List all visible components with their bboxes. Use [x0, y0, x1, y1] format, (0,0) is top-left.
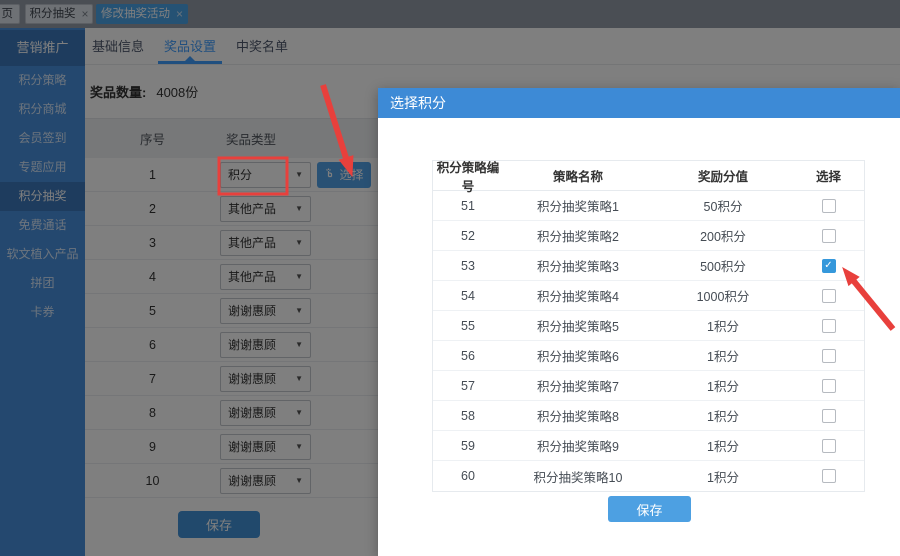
strategy-select-cell: [793, 198, 864, 213]
strategy-id: 51: [461, 198, 475, 213]
strategy-reward-value: 1积分: [707, 470, 739, 485]
strategy-select-cell: [793, 408, 864, 423]
strategy-name: 积分抽奖策略6: [537, 350, 619, 364]
strategy-checkbox[interactable]: [821, 408, 836, 423]
strategy-row: 60 积分抽奖策略10 1积分: [433, 461, 864, 491]
strategy-name: 积分抽奖策略2: [537, 230, 619, 244]
strategy-select-cell: [793, 288, 864, 303]
strategy-id: 57: [461, 378, 475, 393]
strategy-select-cell: [793, 228, 864, 243]
strategy-row: 55 积分抽奖策略5 1积分: [433, 311, 864, 341]
strategy-name: 积分抽奖策略3: [537, 260, 619, 274]
strategy-name: 积分抽奖策略1: [537, 200, 619, 214]
strategy-name: 积分抽奖策略9: [537, 440, 619, 454]
strategy-name: 积分抽奖策略4: [537, 290, 619, 304]
strategy-name: 积分抽奖策略8: [537, 410, 619, 424]
strategy-checkbox[interactable]: [821, 378, 836, 393]
select-points-modal: 选择积分 积分策略编号 策略名称 奖励分值 选择 51 积分抽奖策略1 50积分 52…: [378, 88, 900, 556]
strategy-row: 54 积分抽奖策略4 1000积分: [433, 281, 864, 311]
modal-title: 选择积分: [378, 88, 900, 118]
points-strategy-table: 积分策略编号 策略名称 奖励分值 选择 51 积分抽奖策略1 50积分 52 积分抽奖策…: [432, 160, 865, 492]
column-header-strategy-id: 积分策略编号: [436, 160, 500, 194]
strategy-select-cell: [793, 318, 864, 333]
strategy-checkbox[interactable]: [821, 438, 836, 453]
strategy-select-cell: [793, 378, 864, 393]
column-header-reward-value: 奖励分值: [697, 170, 748, 184]
strategy-reward-value: 1积分: [707, 440, 739, 454]
strategy-checkbox[interactable]: [821, 318, 836, 333]
strategy-reward-value: 50积分: [703, 200, 743, 214]
strategy-reward-value: 500积分: [700, 260, 746, 274]
strategy-id: 52: [461, 228, 475, 243]
strategy-reward-value: 1积分: [707, 350, 739, 364]
column-header-strategy-name: 策略名称: [552, 170, 603, 184]
strategy-name: 积分抽奖策略5: [537, 320, 619, 334]
strategy-row: 56 积分抽奖策略6 1积分: [433, 341, 864, 371]
strategy-select-cell: ✓: [793, 258, 864, 273]
strategy-checkbox[interactable]: [821, 288, 836, 303]
column-header-select: 选择: [815, 170, 841, 184]
strategy-row: 53 积分抽奖策略3 500积分 ✓: [433, 251, 864, 281]
strategy-reward-value: 1积分: [707, 320, 739, 334]
strategy-checkbox[interactable]: ✓: [821, 258, 836, 273]
strategy-id: 59: [461, 438, 475, 453]
strategy-checkbox[interactable]: [821, 198, 836, 213]
strategy-reward-value: 1000积分: [696, 290, 750, 304]
strategy-row: 52 积分抽奖策略2 200积分: [433, 221, 864, 251]
strategy-checkbox[interactable]: [821, 469, 836, 483]
strategy-row: 59 积分抽奖策略9 1积分: [433, 431, 864, 461]
strategy-row: 51 积分抽奖策略1 50积分: [433, 191, 864, 221]
strategy-checkbox[interactable]: [821, 228, 836, 243]
points-strategy-table-header: 积分策略编号 策略名称 奖励分值 选择: [433, 161, 864, 194]
strategy-id: 55: [461, 318, 475, 333]
strategy-row: 58 积分抽奖策略8 1积分: [433, 401, 864, 431]
strategy-reward-value: 1积分: [707, 410, 739, 424]
strategy-id: 60: [461, 469, 475, 483]
strategy-row: 57 积分抽奖策略7 1积分: [433, 371, 864, 401]
strategy-select-cell: [793, 348, 864, 363]
strategy-select-cell: [793, 469, 864, 483]
strategy-select-cell: [793, 438, 864, 453]
modal-save-button[interactable]: 保存: [608, 496, 691, 522]
strategy-name: 积分抽奖策略7: [537, 380, 619, 394]
strategy-id: 54: [461, 288, 475, 303]
strategy-checkbox[interactable]: [821, 348, 836, 363]
strategy-reward-value: 200积分: [700, 230, 746, 244]
strategy-id: 53: [461, 258, 475, 273]
strategy-name: 积分抽奖策略10: [533, 470, 623, 485]
strategy-id: 56: [461, 348, 475, 363]
strategy-id: 58: [461, 408, 475, 423]
strategy-reward-value: 1积分: [707, 380, 739, 394]
screen: 页 积分抽奖 × 修改抽奖活动 × 营销推广积分策略积分商城会员签到专题应用积分…: [0, 0, 900, 556]
